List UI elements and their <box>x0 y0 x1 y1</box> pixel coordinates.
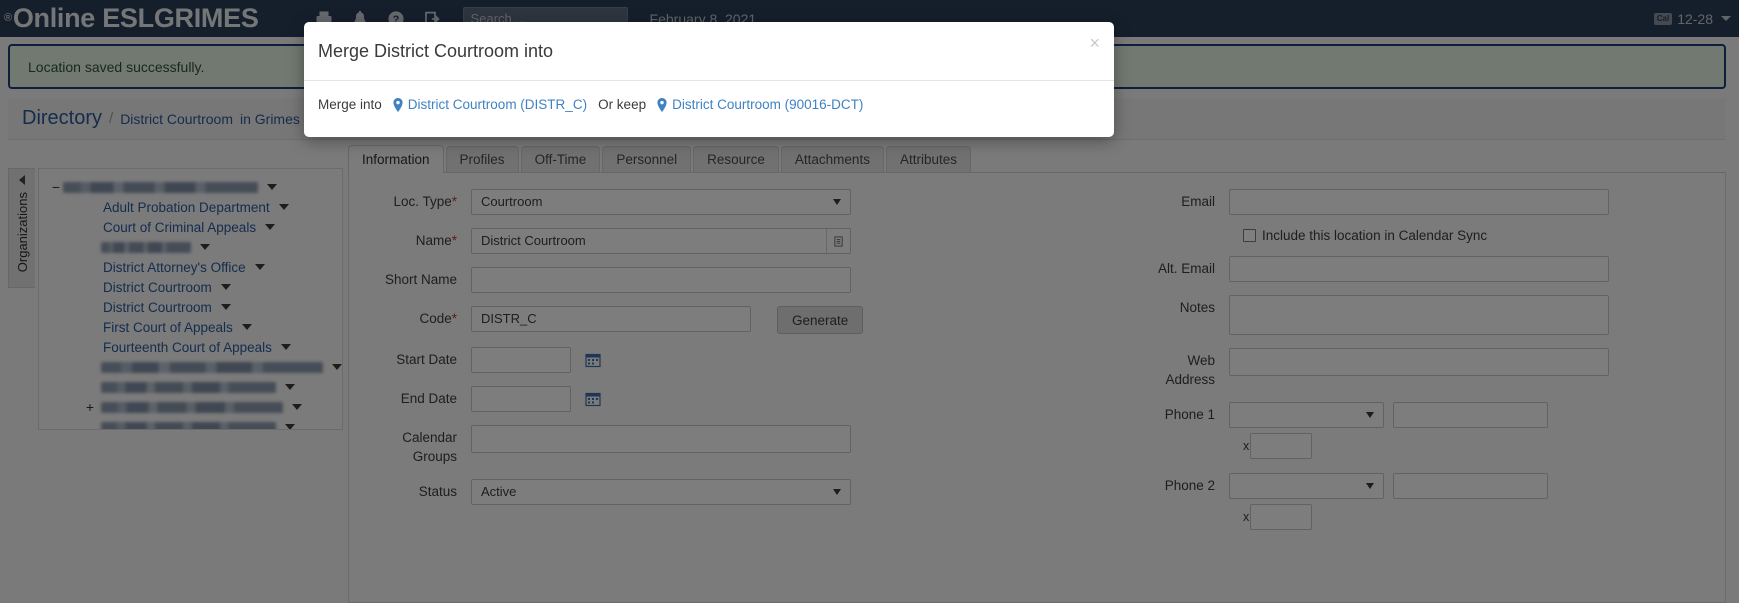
map-pin-icon <box>393 97 403 112</box>
merge-location-modal: Merge District Courtroom into × Merge in… <box>304 22 1114 137</box>
map-pin-icon <box>657 97 667 112</box>
close-icon[interactable]: × <box>1089 34 1100 52</box>
modal-title: Merge District Courtroom into <box>318 40 554 61</box>
merge-target-label: District Courtroom (DISTR_C) <box>407 97 588 112</box>
or-keep-label: Or keep <box>598 97 647 112</box>
modal-header: Merge District Courtroom into × <box>304 22 1114 81</box>
keep-target-link[interactable]: District Courtroom (90016-DCT) <box>657 97 863 112</box>
keep-target-label: District Courtroom (90016-DCT) <box>672 97 864 112</box>
merge-target-link[interactable]: District Courtroom (DISTR_C) <box>393 97 587 112</box>
merge-into-label: Merge into <box>318 97 382 112</box>
modal-body: Merge into District Courtroom (DISTR_C) … <box>304 81 1114 112</box>
